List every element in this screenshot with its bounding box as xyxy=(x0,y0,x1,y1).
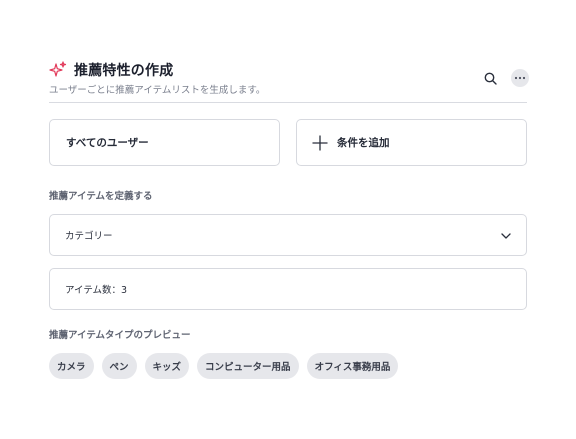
define-items-heading: 推薦アイテムを定義する xyxy=(49,191,153,202)
add-condition-label: 条件を追加 xyxy=(337,137,390,149)
preview-chip-kids[interactable]: キッズ xyxy=(144,353,190,379)
preview-heading: 推薦アイテムタイプのプレビュー xyxy=(49,330,191,341)
category-select-value: カテゴリー xyxy=(65,231,113,242)
preview-chip-computer-supplies[interactable]: コンピューター用品 xyxy=(197,353,299,379)
category-select[interactable]: カテゴリー xyxy=(49,214,527,256)
add-condition-button[interactable]: 条件を追加 xyxy=(296,119,527,166)
more-horizontal-icon xyxy=(514,76,526,80)
plus-icon xyxy=(311,134,329,152)
preview-chip-list: カメラ ペン キッズ コンピューター用品 オフィス事務用品 xyxy=(49,353,399,379)
search-icon[interactable] xyxy=(481,69,499,87)
more-options-button[interactable] xyxy=(511,69,529,87)
preview-chip-camera[interactable]: カメラ xyxy=(49,353,94,379)
header-actions xyxy=(481,69,529,87)
title-row: 推薦特性の作成 xyxy=(49,60,173,80)
all-users-label: すべてのユーザー xyxy=(66,137,149,149)
page-subtitle: ユーザーごとに推薦アイテムリストを生成します。 xyxy=(49,85,266,96)
item-count-input[interactable]: アイテム数：3 xyxy=(49,268,527,310)
sparkle-icon xyxy=(49,61,67,79)
page-title: 推薦特性の作成 xyxy=(74,63,174,79)
item-count-value: アイテム数：3 xyxy=(65,285,128,296)
header: 推薦特性の作成 ユーザーごとに推薦アイテムリストを生成します。 xyxy=(49,59,529,103)
all-users-card[interactable]: すべてのユーザー xyxy=(49,119,280,166)
preview-chip-pen[interactable]: ペン xyxy=(101,353,137,379)
preview-chip-office-supplies[interactable]: オフィス事務用品 xyxy=(306,353,399,379)
chevron-down-icon xyxy=(499,229,513,243)
recommendation-builder: 推薦特性の作成 ユーザーごとに推薦アイテムリストを生成します。 すべてのユーザー xyxy=(0,0,576,439)
